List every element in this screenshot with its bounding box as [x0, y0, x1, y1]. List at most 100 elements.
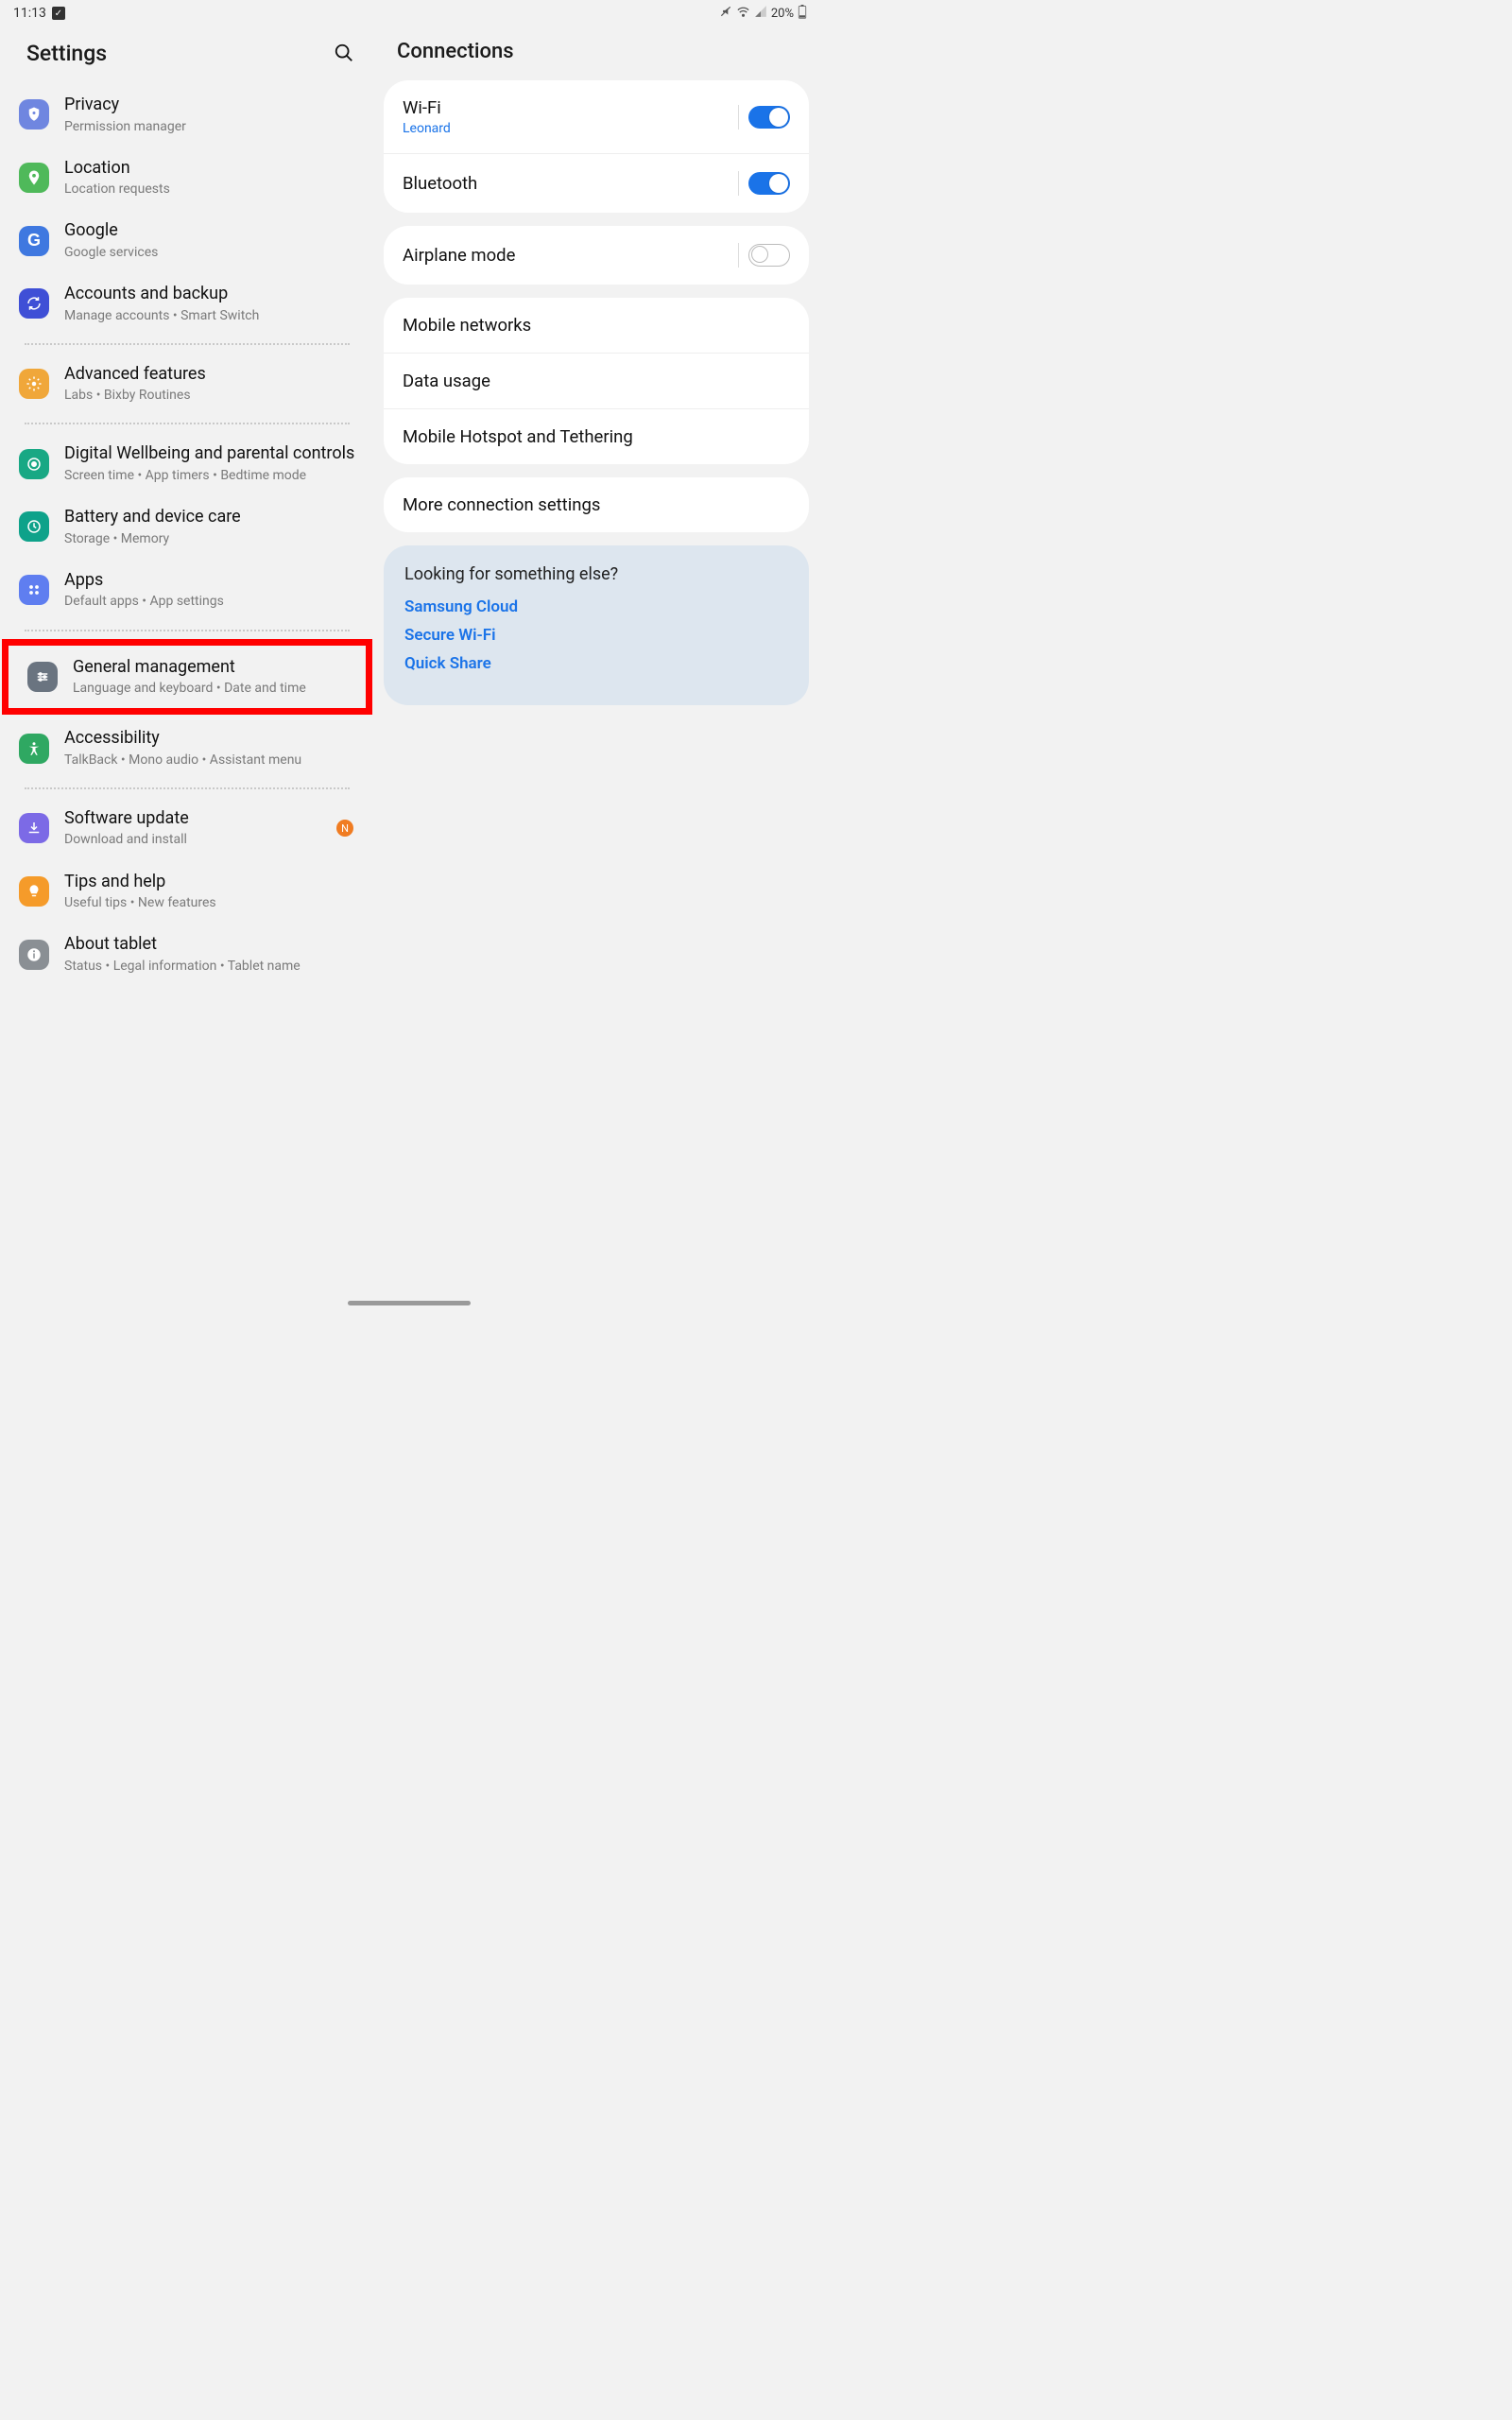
sidebar-item-general[interactable]: General management Language and keyboard…: [9, 646, 366, 709]
sidebar-item-accounts[interactable]: Accounts and backup Manage accounts • Sm…: [0, 272, 374, 336]
status-time: 11:13: [13, 6, 46, 21]
footer-title: Looking for something else?: [404, 564, 788, 584]
item-title: Apps: [64, 570, 359, 592]
link-samsung-cloud[interactable]: Samsung Cloud: [404, 597, 788, 616]
sidebar-item-privacy[interactable]: Privacy Permission manager: [0, 83, 374, 147]
privacy-icon: [19, 99, 49, 130]
item-subtitle: Manage accounts • Smart Switch: [64, 307, 359, 324]
software-update-icon: [19, 813, 49, 843]
item-title: Google: [64, 220, 359, 242]
details-pane: Connections Wi-Fi Leonard Bluetooth: [374, 26, 818, 1309]
item-title: Advanced features: [64, 364, 359, 386]
highlight-box: General management Language and keyboard…: [2, 639, 372, 716]
tips-icon: [19, 876, 49, 907]
row-label: Mobile Hotspot and Tethering: [403, 426, 633, 447]
item-subtitle: Useful tips • New features: [64, 894, 359, 911]
status-battery-pct: 20%: [771, 7, 794, 21]
item-title: Tips and help: [64, 872, 359, 893]
search-icon: [334, 43, 354, 63]
row-label: More connection settings: [403, 494, 600, 515]
item-subtitle: Language and keyboard • Date and time: [73, 680, 351, 697]
nav-handle[interactable]: [348, 1301, 471, 1305]
row-hotspot[interactable]: Mobile Hotspot and Tethering: [384, 408, 809, 464]
row-label: Data usage: [403, 371, 490, 391]
status-check-icon: ✓: [52, 7, 65, 20]
item-subtitle: TalkBack • Mono audio • Assistant menu: [64, 752, 359, 769]
about-icon: [19, 940, 49, 970]
advanced-icon: [19, 369, 49, 399]
separator: [738, 171, 739, 196]
airplane-toggle[interactable]: [748, 244, 790, 267]
sidebar-item-about[interactable]: About tablet Status • Legal information …: [0, 923, 374, 986]
item-subtitle: Status • Legal information • Tablet name: [64, 958, 359, 975]
divider: [25, 343, 350, 345]
details-title: Connections: [397, 40, 514, 63]
settings-sidebar: Settings Privacy Permission manager: [0, 26, 374, 1309]
sidebar-item-software[interactable]: Software update Download and install N: [0, 797, 374, 860]
settings-title: Settings: [26, 41, 107, 66]
row-label: Mobile networks: [403, 315, 531, 336]
row-airplane[interactable]: Airplane mode: [384, 226, 809, 285]
row-label: Bluetooth: [403, 173, 477, 194]
divider: [25, 423, 350, 424]
row-data-usage[interactable]: Data usage: [384, 353, 809, 408]
wifi-icon: [736, 5, 750, 23]
row-label: Airplane mode: [403, 245, 515, 266]
divider: [25, 787, 350, 789]
row-label: Wi-Fi: [403, 97, 451, 118]
item-title: Digital Wellbeing and parental controls: [64, 443, 359, 465]
link-quick-share[interactable]: Quick Share: [404, 654, 788, 673]
wellbeing-icon: [19, 449, 49, 479]
item-subtitle: Default apps • App settings: [64, 593, 359, 610]
sidebar-item-google[interactable]: G Google Google services: [0, 209, 374, 272]
item-title: Location: [64, 158, 359, 180]
sidebar-item-apps[interactable]: Apps Default apps • App settings: [0, 559, 374, 622]
item-subtitle: Storage • Memory: [64, 530, 359, 547]
card-looking-for: Looking for something else? Samsung Clou…: [384, 545, 809, 705]
battery-icon: [798, 5, 807, 23]
row-sublabel: Leonard: [403, 121, 451, 136]
general-icon: [27, 662, 58, 692]
row-mobile-networks[interactable]: Mobile networks: [384, 298, 809, 353]
item-subtitle: Google services: [64, 244, 359, 261]
apps-icon: [19, 575, 49, 605]
item-title: Software update: [64, 808, 321, 830]
card-data: Mobile networks Data usage Mobile Hotspo…: [384, 298, 809, 464]
item-subtitle: Labs • Bixby Routines: [64, 387, 359, 404]
item-title: Battery and device care: [64, 507, 359, 528]
link-secure-wifi[interactable]: Secure Wi-Fi: [404, 626, 788, 645]
search-button[interactable]: [331, 40, 357, 66]
item-subtitle: Permission manager: [64, 118, 359, 135]
sidebar-item-tips[interactable]: Tips and help Useful tips • New features: [0, 860, 374, 924]
sidebar-item-location[interactable]: Location Location requests: [0, 147, 374, 210]
row-wifi[interactable]: Wi-Fi Leonard: [384, 80, 809, 153]
row-bluetooth[interactable]: Bluetooth: [384, 153, 809, 213]
sidebar-item-wellbeing[interactable]: Digital Wellbeing and parental controls …: [0, 432, 374, 495]
mute-icon: [719, 5, 732, 22]
location-icon: [19, 163, 49, 193]
separator: [738, 243, 739, 268]
item-subtitle: Download and install: [64, 831, 321, 848]
item-title: About tablet: [64, 934, 359, 956]
battery-care-icon: [19, 511, 49, 542]
status-bar: 11:13 ✓ 20%: [0, 0, 818, 26]
item-subtitle: Screen time • App timers • Bedtime mode: [64, 467, 359, 484]
item-title: Accessibility: [64, 728, 359, 750]
sidebar-item-battery[interactable]: Battery and device care Storage • Memory: [0, 495, 374, 559]
google-icon: G: [19, 226, 49, 256]
divider: [25, 630, 350, 631]
sidebar-item-advanced[interactable]: Advanced features Labs • Bixby Routines: [0, 353, 374, 416]
card-airplane: Airplane mode: [384, 226, 809, 285]
wifi-toggle[interactable]: [748, 106, 790, 129]
accessibility-icon: [19, 734, 49, 764]
row-more-connections[interactable]: More connection settings: [384, 477, 809, 532]
sidebar-item-accessibility[interactable]: Accessibility TalkBack • Mono audio • As…: [0, 717, 374, 780]
item-title: Accounts and backup: [64, 284, 359, 305]
card-wireless: Wi-Fi Leonard Bluetooth: [384, 80, 809, 213]
notification-badge: N: [336, 820, 353, 837]
card-more: More connection settings: [384, 477, 809, 532]
item-title: General management: [73, 657, 351, 679]
item-title: Privacy: [64, 95, 359, 116]
backup-icon: [19, 288, 49, 319]
bluetooth-toggle[interactable]: [748, 172, 790, 195]
